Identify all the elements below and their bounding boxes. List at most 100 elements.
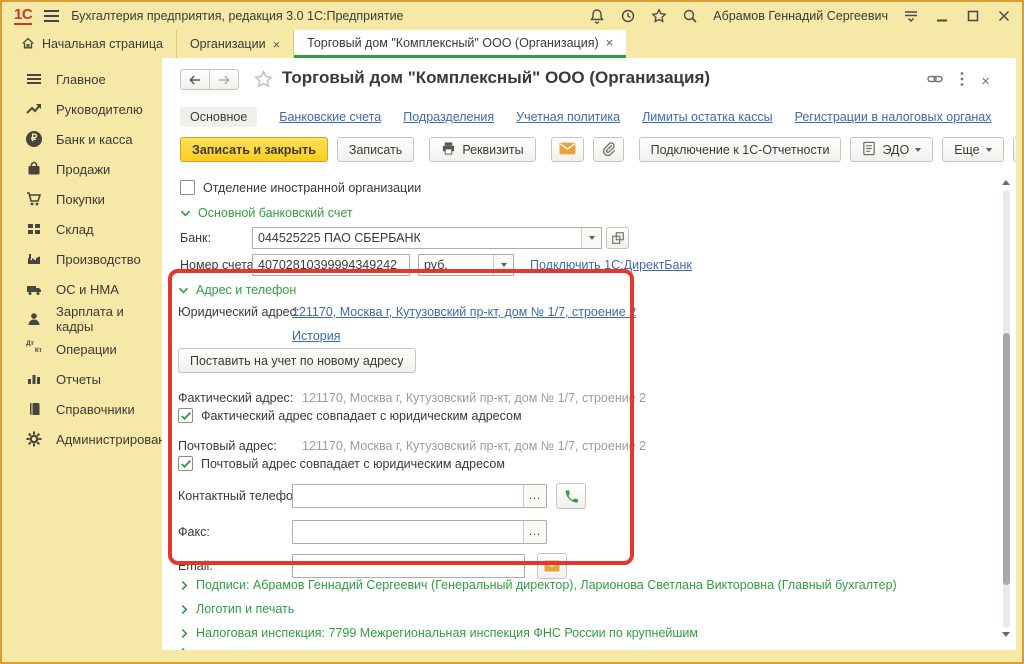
sidebar-item-production[interactable]: Производство [2, 244, 162, 274]
legal-address-link[interactable]: 121170, Москва г, Кутузовский пр-кт, дом… [292, 305, 636, 319]
sidebar-item-purchases[interactable]: Покупки [2, 184, 162, 214]
bank-field [252, 227, 602, 249]
maximize-icon[interactable] [965, 8, 981, 24]
sidebar-item-fixed-assets[interactable]: ОС и НМА [2, 274, 162, 304]
sidebar-item-operations[interactable]: ДтКт Операции [2, 334, 162, 364]
title-bar: 1С Бухгалтерия предприятия, редакция 3.0… [2, 2, 1022, 30]
scrollbar-thumb[interactable] [1003, 333, 1010, 585]
app-window: 1С Бухгалтерия предприятия, редакция 3.0… [0, 0, 1024, 664]
current-user[interactable]: Абрамов Геннадий Сергеевич [713, 9, 888, 23]
form-toolbar: Записать и закрыть Записать Реквизиты По… [180, 137, 998, 162]
tab-organizations[interactable]: Организации × [177, 30, 294, 58]
minimize-icon[interactable] [934, 8, 950, 24]
main-menu-icon[interactable] [44, 10, 59, 22]
nav-link-accounting-policy[interactable]: Учетная политика [516, 110, 620, 124]
phone-row: Контактный телефон: ... [178, 483, 586, 509]
address-section-header[interactable]: Адрес и телефон [178, 283, 296, 297]
attachments-button[interactable] [593, 137, 624, 162]
phone-ellipsis-button[interactable]: ... [523, 485, 546, 507]
call-button[interactable] [556, 483, 586, 509]
reregister-address-button[interactable]: Поставить на учет по новому адресу [178, 348, 416, 373]
bank-dropdown-button[interactable] [581, 228, 601, 248]
chevron-right-icon [180, 628, 189, 639]
postal-same-checkbox[interactable] [178, 456, 193, 471]
save-button[interactable]: Записать [337, 137, 414, 162]
section-tax-inspection[interactable]: Налоговая инспекция: 7799 Межрегиональна… [180, 626, 698, 640]
notifications-bell-icon[interactable] [589, 8, 605, 24]
tab-bar: Начальная страница Организации × Торговы… [2, 30, 1022, 58]
form-navigation: Основное Банковские счета Подразделения … [180, 107, 992, 127]
favorite-star-icon[interactable] [254, 70, 273, 94]
scrollbar-up-icon[interactable] [1002, 180, 1010, 185]
sidebar-item-sales[interactable]: Продажи [2, 154, 162, 184]
bank-row: Банк: [180, 227, 629, 249]
section-partial[interactable] [180, 647, 189, 650]
email-field [292, 554, 525, 578]
favorites-star-icon[interactable] [651, 8, 667, 24]
bank-section-header[interactable]: Основной банковский счет [180, 206, 353, 220]
postal-address-label: Почтовый адрес: [178, 439, 302, 453]
phone-input[interactable] [293, 485, 523, 507]
bank-input[interactable] [253, 228, 581, 248]
currency-combo[interactable]: руб. [418, 254, 514, 276]
search-icon[interactable] [682, 8, 698, 24]
close-form-icon[interactable]: × [981, 74, 990, 89]
nav-link-tax-registrations[interactable]: Регистрации в налоговых органах [795, 110, 992, 124]
sidebar-item-reports[interactable]: Отчеты [2, 364, 162, 394]
nav-link-departments[interactable]: Подразделения [403, 110, 494, 124]
back-button[interactable] [180, 69, 210, 90]
actual-same-checkbox[interactable] [178, 408, 193, 423]
sidebar-item-main[interactable]: Главное [2, 64, 162, 94]
requisites-button[interactable]: Реквизиты [429, 137, 535, 162]
actual-address-label: Фактический адрес: [178, 391, 302, 405]
history-icon[interactable] [620, 8, 636, 24]
fax-input[interactable] [293, 521, 523, 543]
collapse-panels-icon[interactable] [903, 9, 919, 23]
link-icon[interactable] [927, 71, 943, 92]
connect-1c-reporting-button[interactable]: Подключение к 1С-Отчетности [639, 137, 842, 162]
section-signatures[interactable]: Подписи: Абрамов Геннадий Сергеевич (Ген… [180, 578, 897, 592]
sidebar-item-salary-hr[interactable]: Зарплата и кадры [2, 304, 162, 334]
form-header-actions: × [927, 71, 990, 92]
currency-dropdown-button[interactable] [493, 255, 513, 275]
chevron-down-icon [589, 236, 595, 240]
scrollbar-down-icon[interactable] [1002, 632, 1010, 637]
more-button[interactable]: Еще [942, 137, 1003, 162]
account-input[interactable] [253, 255, 409, 275]
sidebar-item-warehouse[interactable]: Склад [2, 214, 162, 244]
history-link[interactable]: История [292, 329, 340, 343]
email-input[interactable] [293, 555, 524, 577]
section-logo-stamp[interactable]: Логотип и печать [180, 602, 294, 616]
tab-home[interactable]: Начальная страница [8, 30, 177, 58]
book-icon [26, 401, 42, 417]
forward-button[interactable] [209, 69, 239, 90]
tab-organization-card[interactable]: Торговый дом "Комплексный" ООО (Организа… [294, 30, 626, 58]
close-tab-icon[interactable]: × [606, 36, 614, 49]
sidebar-item-manager[interactable]: Руководителю [2, 94, 162, 124]
write-email-button[interactable] [537, 553, 567, 579]
actual-address-row: Фактический адрес: 121170, Москва г, Кут… [178, 389, 646, 407]
save-and-close-button[interactable]: Записать и закрыть [180, 137, 328, 162]
chevron-down-icon [501, 263, 507, 267]
foreign-branch-checkbox[interactable] [180, 180, 195, 195]
nav-link-bank-accounts[interactable]: Банковские счета [279, 110, 381, 124]
nav-link-main[interactable]: Основное [180, 107, 257, 127]
more-vert-icon[interactable] [960, 71, 964, 92]
sidebar-item-bank-cash[interactable]: ₽ Банк и касса [2, 124, 162, 154]
send-email-button[interactable] [551, 137, 584, 162]
sidebar-item-directories[interactable]: Справочники [2, 394, 162, 424]
app-body: Главное Руководителю ₽ Банк и касса Прод… [2, 58, 1022, 662]
nav-link-cash-limits[interactable]: Лимиты остатка кассы [642, 110, 772, 124]
close-window-icon[interactable] [996, 8, 1012, 24]
sidebar-item-administration[interactable]: Администрирование [2, 424, 162, 454]
edo-button[interactable]: ЭДО [850, 137, 933, 162]
close-tab-icon[interactable]: × [273, 38, 281, 51]
chevron-down-icon [180, 209, 191, 218]
sidebar: Главное Руководителю ₽ Банк и касса Прод… [2, 58, 162, 650]
menu-icon [26, 71, 42, 87]
bank-open-button[interactable] [606, 227, 629, 249]
fax-ellipsis-button[interactable]: ... [523, 521, 546, 543]
chevron-down-icon [915, 148, 921, 152]
help-button[interactable]: ? [1013, 137, 1016, 162]
directbank-link[interactable]: Подключить 1С:ДиректБанк [530, 258, 692, 272]
